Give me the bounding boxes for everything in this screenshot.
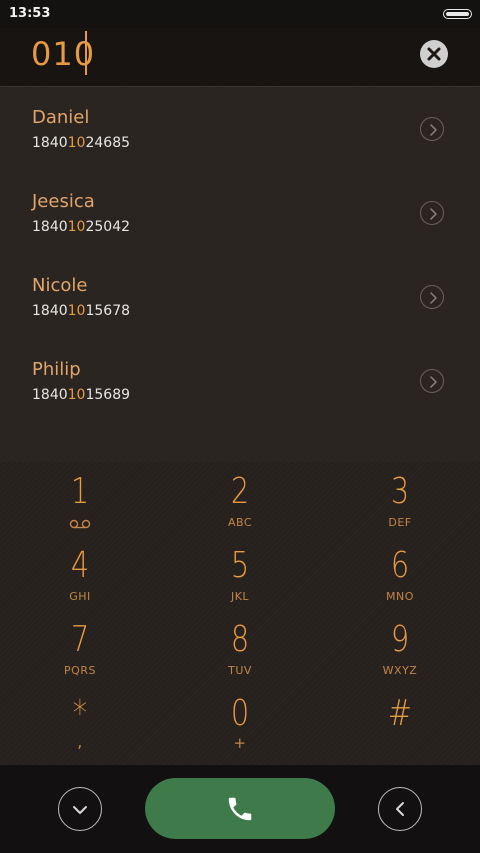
key-6[interactable]: 6 MNO	[320, 536, 480, 610]
chevron-right-icon	[430, 208, 437, 220]
contact-number: 18401024685	[32, 135, 131, 151]
text-cursor	[85, 31, 87, 75]
chevron-left-icon	[396, 802, 404, 816]
contact-item-daniel[interactable]: Daniel 18401024685	[0, 87, 480, 171]
call-button[interactable]	[145, 778, 335, 839]
key-digit: *	[72, 693, 88, 734]
chevron-right-icon	[430, 292, 437, 304]
key-7[interactable]: 7 PQRS	[0, 610, 160, 684]
key-digit: #	[387, 693, 413, 734]
contact-details-button[interactable]	[420, 117, 444, 141]
key-4[interactable]: 4 GHI	[0, 536, 160, 610]
status-time: 13:53	[9, 6, 51, 21]
contact-details-button[interactable]	[420, 285, 444, 309]
contact-item-jeesica[interactable]: Jeesica 18401025042	[0, 171, 480, 255]
clear-icon	[427, 47, 441, 61]
key-0[interactable]: 0 +	[160, 684, 320, 758]
key-5[interactable]: 5 JKL	[160, 536, 320, 610]
contact-number: 18401015689	[32, 387, 131, 403]
voicemail-icon	[69, 519, 91, 529]
key-digit: 8	[230, 619, 250, 660]
clear-button[interactable]	[420, 40, 448, 68]
key-letters: TUV	[228, 664, 252, 677]
contact-item-nicole[interactable]: Nicole 18401015678	[0, 255, 480, 339]
key-9[interactable]: 9 WXYZ	[320, 610, 480, 684]
chevron-down-icon	[73, 806, 87, 814]
key-letters: JKL	[230, 590, 250, 603]
contact-name: Philip	[32, 359, 81, 380]
key-digit: 1	[70, 471, 90, 512]
key-letters: ABC	[227, 516, 253, 529]
action-bar	[0, 765, 480, 853]
phone-icon	[228, 797, 252, 821]
key-3[interactable]: 3 DEF	[320, 462, 480, 536]
contact-name: Jeesica	[32, 191, 95, 212]
key-letters: WXYZ	[382, 664, 418, 677]
key-digit: 4	[70, 545, 90, 586]
key-letters: PQRS	[64, 664, 96, 677]
chevron-right-icon	[430, 124, 437, 136]
contact-number: 18401015678	[32, 303, 131, 319]
key-digit: 0	[230, 693, 250, 734]
key-letters: GHI	[69, 590, 91, 603]
contact-name: Daniel	[32, 107, 90, 128]
key-digit: 2	[230, 471, 250, 512]
backspace-button[interactable]	[378, 787, 422, 831]
key-star[interactable]: * ,	[0, 684, 160, 758]
key-letters: ,	[77, 732, 83, 751]
status-bar: 13:53	[0, 0, 480, 28]
contact-results: Daniel 18401024685 Jeesica 18401025042 N…	[0, 87, 480, 462]
keypad: 1 2 ABC 3 DEF 4 GHI 5 JKL 6 MNO 7 PQRS 8…	[0, 462, 480, 765]
collapse-keypad-button[interactable]	[58, 787, 102, 831]
contact-details-button[interactable]	[420, 201, 444, 225]
contact-name: Nicole	[32, 275, 88, 296]
contact-item-philip[interactable]: Philip 18401015689	[0, 339, 480, 423]
battery-icon	[443, 9, 472, 19]
key-digit: 3	[390, 471, 410, 512]
chevron-right-icon	[430, 376, 437, 388]
key-digit: 6	[390, 545, 410, 586]
contact-number: 18401025042	[32, 219, 131, 235]
key-2[interactable]: 2 ABC	[160, 462, 320, 536]
key-letters: MNO	[386, 590, 414, 603]
key-letters: +	[233, 734, 247, 752]
contact-details-button[interactable]	[420, 369, 444, 393]
key-digit: 5	[230, 545, 250, 586]
key-digit: 9	[390, 619, 410, 660]
key-8[interactable]: 8 TUV	[160, 610, 320, 684]
key-hash[interactable]: #	[320, 684, 480, 758]
key-digit: 7	[70, 619, 90, 660]
key-letters: DEF	[388, 516, 412, 529]
dial-input-area: 010	[0, 28, 480, 87]
key-1[interactable]: 1	[0, 462, 160, 536]
